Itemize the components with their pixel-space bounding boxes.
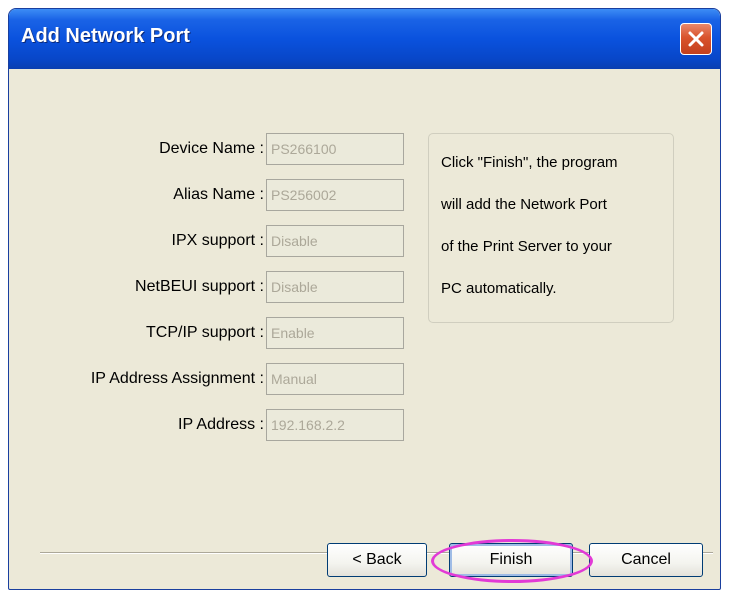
netbeui-support-field[interactable]: Disable bbox=[266, 271, 404, 303]
form-row-ipx-support: IPX support : bbox=[12, 225, 265, 257]
window-title: Add Network Port bbox=[21, 25, 190, 47]
ip-assignment-label: IP Address Assignment : bbox=[90, 370, 264, 387]
ip-address-field[interactable]: 192.168.2.2 bbox=[266, 409, 404, 441]
ipx-support-field[interactable]: Disable bbox=[266, 225, 404, 257]
form-row-ip-assignment: IP Address Assignment : bbox=[12, 363, 264, 395]
cancel-button[interactable]: Cancel bbox=[589, 543, 703, 577]
dialog-body: Device Name : PS266100 Alias Name : PS25… bbox=[12, 69, 717, 586]
info-line: Click "Finish", the program bbox=[441, 154, 618, 171]
finish-button[interactable]: Finish bbox=[449, 543, 573, 577]
close-icon bbox=[688, 31, 704, 47]
device-name-field[interactable]: PS266100 bbox=[266, 133, 404, 165]
netbeui-support-label: NetBEUI support : bbox=[135, 278, 264, 295]
form-row-device-name: Device Name : bbox=[12, 133, 264, 165]
info-line: PC automatically. bbox=[441, 280, 557, 297]
info-line: will add the Network Port bbox=[441, 196, 607, 213]
form-row-tcpip-support: TCP/IP support : bbox=[12, 317, 264, 349]
form-row-alias-name: Alias Name : bbox=[12, 179, 264, 211]
back-button[interactable]: < Back bbox=[327, 543, 427, 577]
add-network-port-dialog: Add Network Port Device Name : PS266100 … bbox=[8, 8, 721, 590]
form-row-netbeui-support: NetBEUI support : bbox=[12, 271, 264, 303]
tcpip-support-field[interactable]: Enable bbox=[266, 317, 404, 349]
device-name-label: Device Name : bbox=[159, 140, 264, 157]
ipx-support-label: IPX support : bbox=[171, 232, 265, 249]
form-row-ip-address: IP Address : bbox=[12, 409, 264, 441]
alias-name-label: Alias Name : bbox=[173, 186, 264, 203]
alias-name-field[interactable]: PS256002 bbox=[266, 179, 404, 211]
title-bar[interactable]: Add Network Port bbox=[9, 9, 720, 69]
tcpip-support-label: TCP/IP support : bbox=[146, 324, 264, 341]
info-box: Click "Finish", the program will add the… bbox=[428, 133, 674, 323]
ip-assignment-field[interactable]: Manual bbox=[266, 363, 404, 395]
info-line: of the Print Server to your bbox=[441, 238, 612, 255]
ip-address-label: IP Address : bbox=[178, 416, 264, 433]
close-button[interactable] bbox=[680, 23, 712, 55]
